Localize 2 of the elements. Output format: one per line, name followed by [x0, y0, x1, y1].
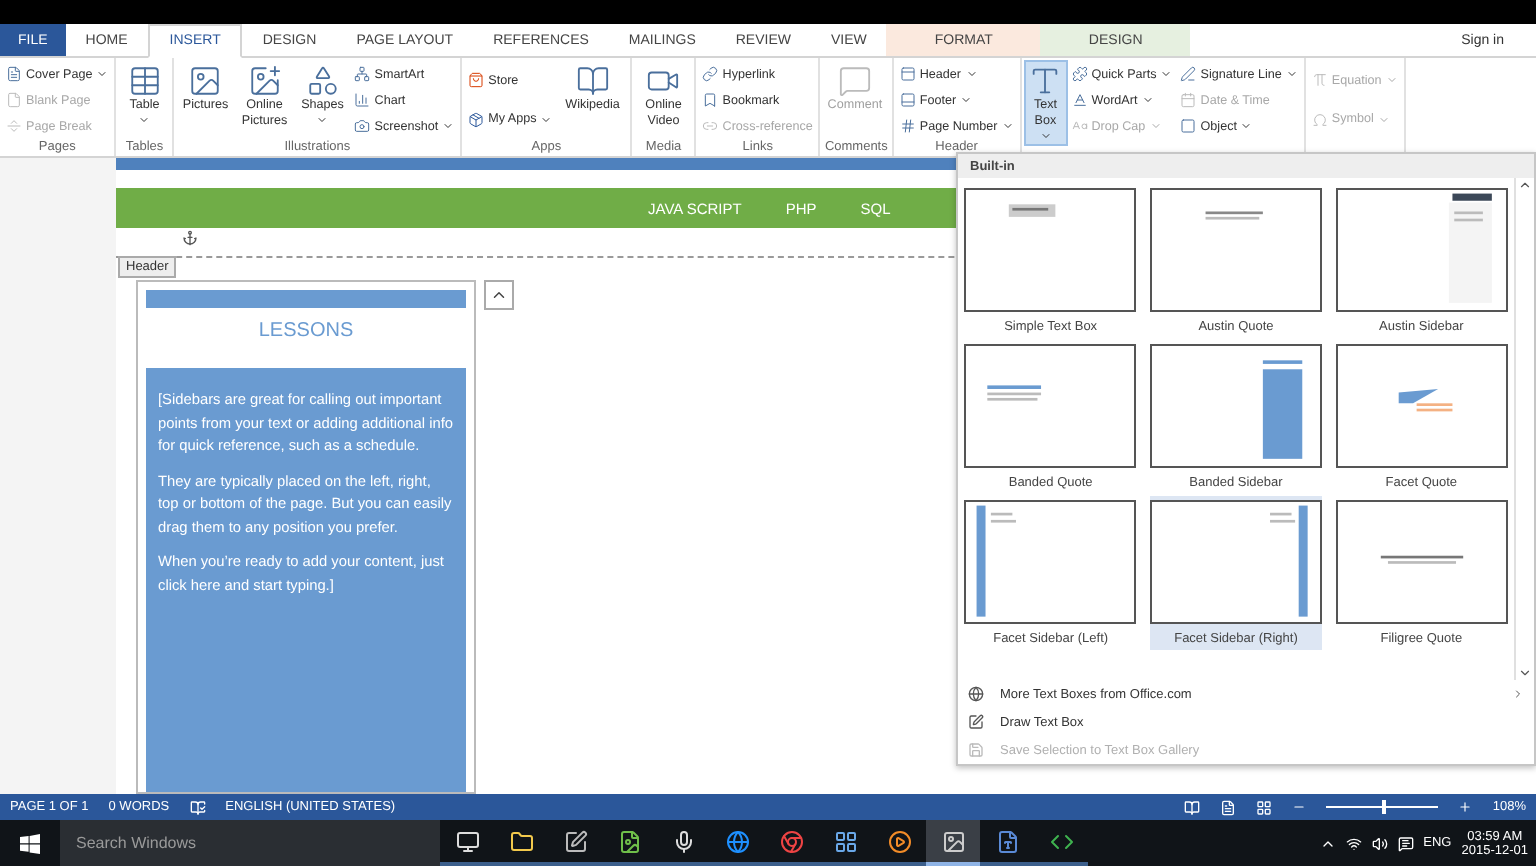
search-field[interactable]: Search Windows [60, 820, 440, 866]
sidebar-title: LESSONS [256, 318, 356, 346]
